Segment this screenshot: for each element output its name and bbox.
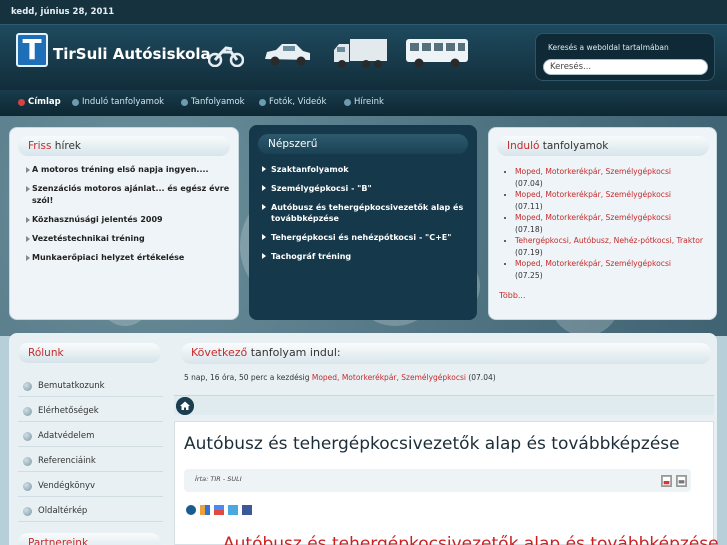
about-item-oldalterkep[interactable]: Oldaltérkép bbox=[18, 497, 163, 522]
current-date: kedd, június 28, 2011 bbox=[11, 7, 115, 17]
bullet-ball-icon bbox=[23, 482, 32, 491]
nav-item-fotok-videok[interactable]: Fotók, Videók bbox=[259, 97, 326, 107]
home-dot-icon bbox=[18, 99, 25, 106]
bullet-ball-icon bbox=[23, 382, 32, 391]
popular-item[interactable]: Tehergépkocsi és nehézpótkocsi - "C+E" bbox=[262, 232, 468, 243]
next-course-title: Következő tanfolyam indul: bbox=[181, 343, 711, 364]
bullet-dot-icon bbox=[259, 99, 266, 106]
share-twitter-icon[interactable] bbox=[227, 505, 238, 515]
date-bar: kedd, június 28, 2011 bbox=[0, 0, 727, 24]
course-item: Moped, Motorkerékpár, Személygépkocsi (07… bbox=[515, 212, 711, 235]
about-item-bemutatkozunk[interactable]: Bemutatkozunk bbox=[18, 372, 163, 397]
bullet-dot-icon bbox=[344, 99, 351, 106]
search-input[interactable] bbox=[543, 59, 708, 75]
course-link[interactable]: Moped, Motorkerékpár, Személygépkocsi bbox=[515, 167, 671, 176]
article-author: Írta: TIR - SULI bbox=[195, 475, 242, 483]
news-panel: Friss hírek A motoros tréning első napja… bbox=[9, 127, 239, 320]
more-courses-link[interactable]: Több... bbox=[499, 291, 526, 300]
main-nav: Címlap Induló tanfolyamok Tanfolyamok Fo… bbox=[0, 90, 727, 116]
about-panel-title: Rólunk bbox=[18, 343, 161, 363]
bullet-ball-icon bbox=[23, 407, 32, 416]
article-content: Autóbusz és tehergépkocsivezetők alap és… bbox=[174, 421, 719, 545]
course-item: Moped, Motorkerékpár, Személygépkocsi (07… bbox=[515, 166, 711, 189]
share-delicious-icon[interactable] bbox=[199, 505, 210, 515]
nav-item-cimlap[interactable]: Címlap bbox=[18, 97, 61, 107]
site-logo-text[interactable]: TirSuli Autósiskola bbox=[53, 45, 211, 63]
bullet-dot-icon bbox=[72, 99, 79, 106]
share-digg-icon[interactable] bbox=[186, 505, 196, 515]
logo-icon[interactable]: T bbox=[16, 33, 48, 67]
news-list: A motoros tréning első napja ingyen.... … bbox=[26, 164, 238, 271]
nav-item-hireink[interactable]: Híreink bbox=[344, 97, 384, 107]
print-icon[interactable] bbox=[676, 475, 687, 487]
course-date: (07.19) bbox=[515, 247, 543, 257]
popular-panel: Népszerű Szaktanfolyamok Személygépkocsi… bbox=[249, 125, 477, 320]
about-menu: Bemutatkozunk Elérhetőségek Adatvédelem … bbox=[18, 372, 163, 522]
search-label: Keresés a weboldal tartalmában bbox=[548, 43, 669, 52]
course-link[interactable]: Moped, Motorkerékpár, Személygépkocsi bbox=[515, 213, 671, 222]
popular-panel-title: Népszerű bbox=[258, 134, 468, 154]
about-item-referenciaink[interactable]: Referenciáink bbox=[18, 447, 163, 472]
nav-item-tanfolyamok[interactable]: Tanfolyamok bbox=[181, 97, 245, 107]
news-item[interactable]: Közhasznúsági jelentés 2009 bbox=[26, 214, 238, 226]
news-panel-title: Friss hírek bbox=[18, 136, 230, 156]
next-course-link[interactable]: Moped, Motorkerékpár, Személygépkocsi bbox=[312, 373, 466, 382]
home-icon[interactable] bbox=[176, 397, 194, 415]
article-meta-bar: Írta: TIR - SULI bbox=[184, 469, 691, 492]
about-item-elerhetosegek[interactable]: Elérhetőségek bbox=[18, 397, 163, 422]
news-item[interactable]: Munkaerőpiaci helyzet értékelése bbox=[26, 252, 238, 264]
popular-item[interactable]: Szaktanfolyamok bbox=[262, 164, 468, 175]
popular-list: Szaktanfolyamok Személygépkocsi - "B" Au… bbox=[262, 164, 468, 270]
nav-label: Induló tanfolyamok bbox=[82, 97, 165, 107]
pdf-icon[interactable] bbox=[661, 475, 672, 487]
nav-label: Híreink bbox=[354, 97, 384, 107]
about-item-adatvedelem[interactable]: Adatvédelem bbox=[18, 422, 163, 447]
nav-label: Címlap bbox=[28, 97, 61, 107]
truck-icon bbox=[334, 39, 387, 68]
article-title: Autóbusz és tehergépkocsivezetők alap és… bbox=[184, 434, 680, 454]
popular-item[interactable]: Tachográf tréning bbox=[262, 251, 468, 262]
news-item[interactable]: Szenzációs motoros ajánlat... és egész é… bbox=[26, 183, 238, 207]
course-link[interactable]: Tehergépkocsi, Autóbusz, Nehéz-pótkocsi,… bbox=[515, 236, 703, 245]
bullet-ball-icon bbox=[23, 432, 32, 441]
nav-label: Fotók, Videók bbox=[269, 97, 327, 107]
bus-icon bbox=[406, 39, 468, 68]
bullet-ball-icon bbox=[23, 457, 32, 466]
course-date: (07.04) bbox=[515, 178, 543, 188]
course-link[interactable]: Moped, Motorkerékpár, Személygépkocsi bbox=[515, 190, 671, 199]
about-item-vendegkonyv[interactable]: Vendégkönyv bbox=[18, 472, 163, 497]
course-date: (07.11) bbox=[515, 201, 543, 211]
motorcycle-icon bbox=[208, 46, 244, 67]
course-item: Moped, Motorkerékpár, Személygépkocsi (07… bbox=[515, 189, 711, 212]
upcoming-courses-panel: Induló tanfolyamok Moped, Motorkerékpár,… bbox=[488, 127, 717, 320]
news-item[interactable]: Vezetéstechnikai tréning bbox=[26, 233, 238, 245]
article-heading: Autóbusz és tehergépkocsivezetők alap és… bbox=[223, 534, 719, 545]
site-header: T TirSuli Autósiskola Keresés a weboldal… bbox=[0, 24, 727, 90]
courses-panel-title: Induló tanfolyamok bbox=[497, 136, 709, 156]
nav-label: Tanfolyamok bbox=[191, 97, 245, 107]
share-bar bbox=[186, 505, 253, 515]
breadcrumb bbox=[174, 395, 714, 415]
next-course-countdown: 5 nap, 16 óra, 50 perc a kezdésig Moped,… bbox=[184, 373, 496, 382]
news-item[interactable]: A motoros tréning első napja ingyen.... bbox=[26, 164, 238, 176]
course-link[interactable]: Moped, Motorkerékpár, Személygépkocsi bbox=[515, 259, 671, 268]
course-item: Tehergépkocsi, Autóbusz, Nehéz-pótkocsi,… bbox=[515, 235, 711, 258]
popular-item[interactable]: Személygépkocsi - "B" bbox=[262, 183, 468, 194]
bullet-dot-icon bbox=[181, 99, 188, 106]
car-icon bbox=[265, 44, 310, 66]
search-panel: Keresés a weboldal tartalmában bbox=[535, 33, 715, 81]
course-date: (07.25) bbox=[515, 270, 543, 280]
share-google-icon[interactable] bbox=[213, 505, 224, 515]
courses-list: Moped, Motorkerékpár, Személygépkocsi (07… bbox=[515, 166, 711, 281]
bullet-ball-icon bbox=[23, 507, 32, 516]
share-facebook-icon[interactable] bbox=[241, 505, 252, 515]
course-date: (07.18) bbox=[515, 224, 543, 234]
course-item: Moped, Motorkerékpár, Személygépkocsi (07… bbox=[515, 258, 711, 281]
partners-panel-title: Partnereink bbox=[18, 533, 161, 545]
popular-item[interactable]: Autóbusz és tehergépkocsivezetők alap és… bbox=[262, 202, 468, 224]
nav-item-indulo-tanfolyamok[interactable]: Induló tanfolyamok bbox=[72, 97, 164, 107]
